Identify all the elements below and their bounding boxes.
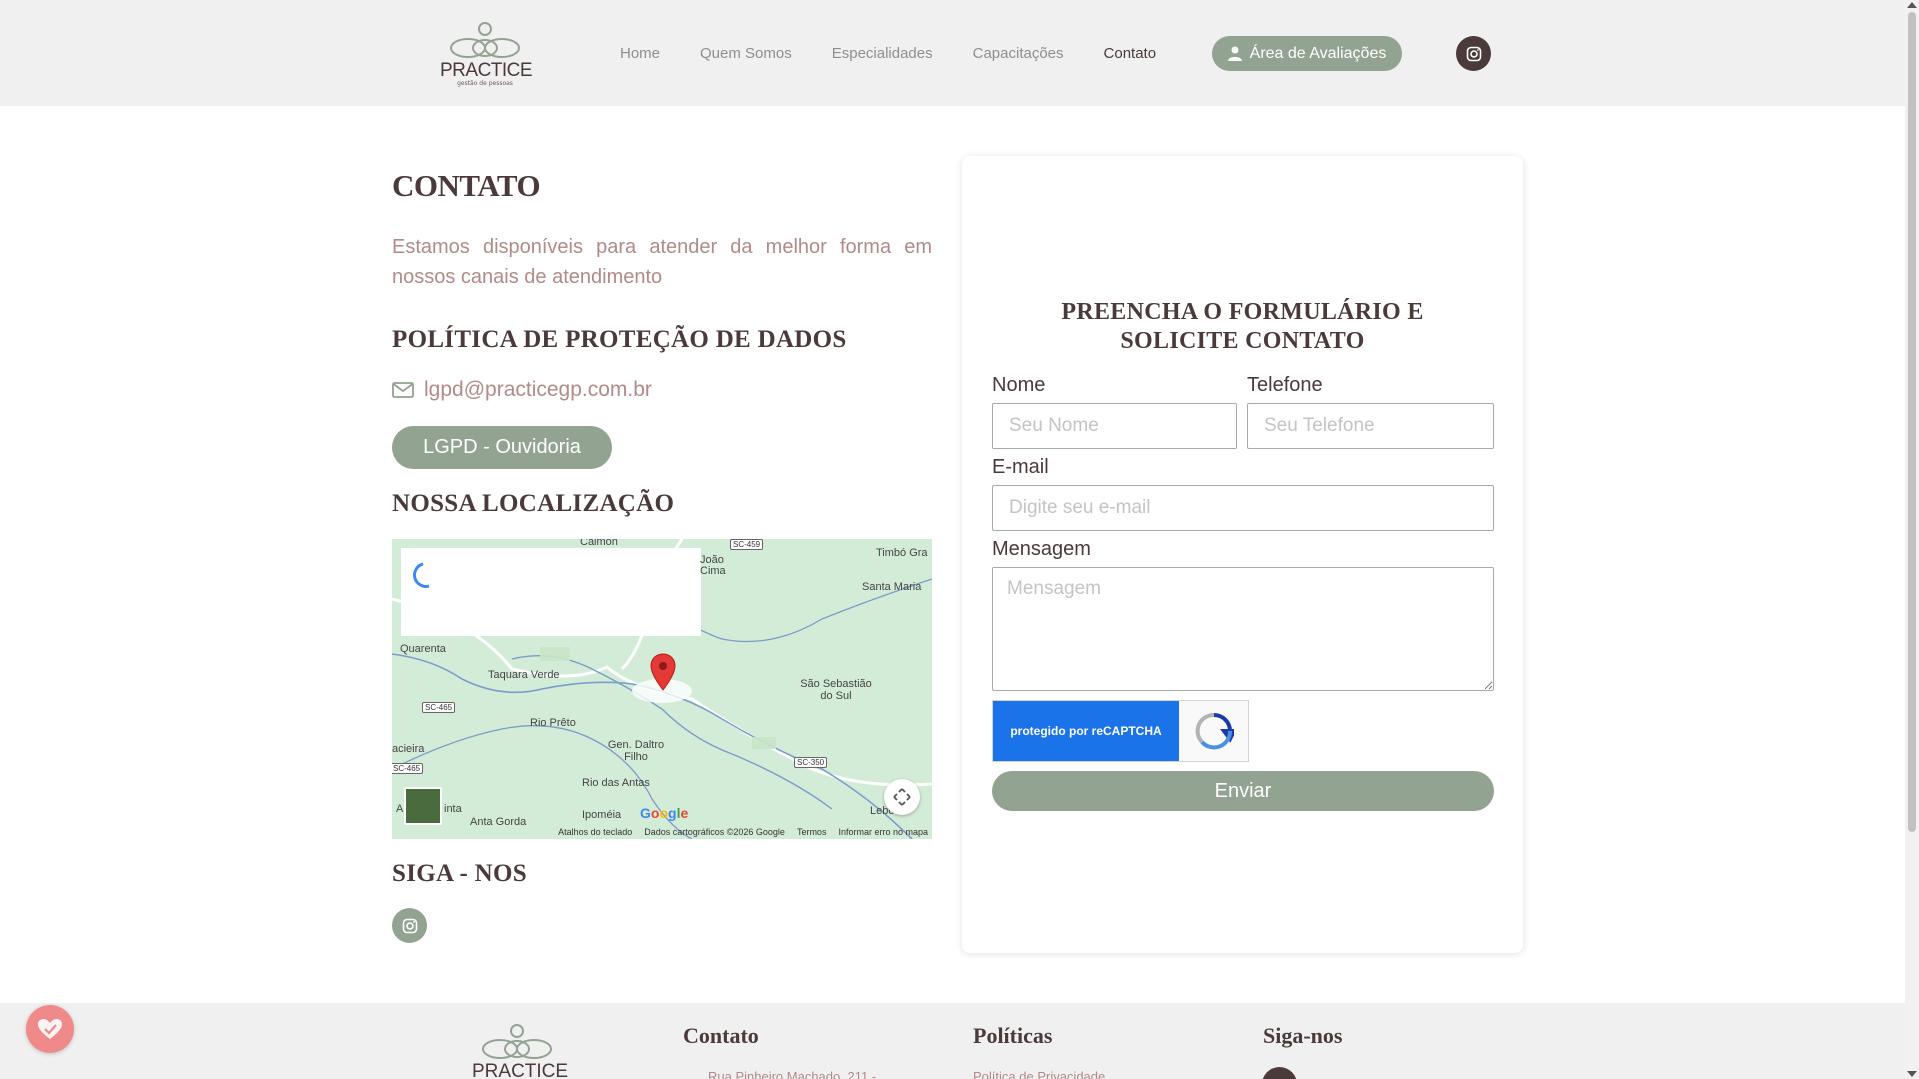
map-place-label: Quarenta bbox=[400, 643, 446, 655]
recaptcha-icon bbox=[1179, 701, 1248, 761]
map-loading-panel bbox=[401, 548, 701, 636]
email-input[interactable] bbox=[992, 485, 1494, 531]
nav-contato[interactable]: Contato bbox=[1104, 45, 1157, 62]
google-logo: Google bbox=[640, 805, 689, 821]
recaptcha-widget[interactable]: protegido por reCAPTCHA bbox=[992, 700, 1249, 762]
lgpd-email-link[interactable]: lgpd@practicegp.com.br bbox=[392, 378, 652, 402]
map-road-shield: SC-465 bbox=[392, 763, 424, 774]
map-place-label: Santa Maria bbox=[862, 581, 922, 593]
site-logo[interactable]: PRACTICE gestão de pessoas bbox=[440, 18, 533, 90]
submit-button[interactable]: Enviar bbox=[992, 771, 1494, 811]
area-avaliacoes-button[interactable]: Área de Avaliações bbox=[1212, 36, 1402, 71]
nav-quem-somos[interactable]: Quem Somos bbox=[700, 45, 792, 62]
footer-follow-title: Siga-nos bbox=[1263, 1023, 1343, 1048]
location-map[interactable]: Calmon João Cima Timbó Gra Santa Maria Q… bbox=[392, 539, 932, 839]
instagram-icon bbox=[402, 918, 417, 933]
recaptcha-label: protegido por reCAPTCHA bbox=[993, 701, 1179, 761]
map-keyboard-shortcuts-link[interactable]: Atalhos do teclado bbox=[558, 827, 632, 837]
map-road-shield: SC-459 bbox=[730, 539, 764, 550]
nav-especialidades[interactable]: Especialidades bbox=[832, 45, 933, 62]
map-place-label: acieira bbox=[392, 743, 425, 755]
map-terms-link[interactable]: Termos bbox=[797, 827, 827, 837]
map-fullscreen-button[interactable] bbox=[884, 779, 920, 815]
nav-capacitacoes[interactable]: Capacitações bbox=[973, 45, 1064, 62]
footer-policies-title: Políticas bbox=[973, 1023, 1053, 1048]
map-place-label: A bbox=[396, 803, 404, 815]
scroll-down-arrow-icon[interactable] bbox=[1907, 1071, 1917, 1077]
footer-address: Rua Pinheiro Machado, 211 - bbox=[708, 1069, 877, 1079]
logo-rings-icon bbox=[450, 22, 520, 58]
main-nav: Home Quem Somos Especialidades Capacitaç… bbox=[620, 0, 1196, 106]
site-footer: PRACTICE Contato Rua Pinheiro Machado, 2… bbox=[0, 1003, 1905, 1079]
contact-intro: Estamos disponíveis para atender da melh… bbox=[392, 236, 932, 288]
map-place-label: inta bbox=[444, 803, 462, 815]
instagram-icon bbox=[1466, 46, 1481, 61]
map-place-label: Ipoméia bbox=[582, 809, 622, 821]
phone-input[interactable] bbox=[1247, 403, 1494, 449]
map-data-attribution: Dados cartográficos ©2026 Google bbox=[644, 827, 785, 837]
footer-contact-title: Contato bbox=[683, 1023, 759, 1048]
phone-label: Telefone bbox=[1247, 374, 1323, 396]
map-place-label: São Sebastião do Sul bbox=[800, 678, 872, 702]
map-attribution-bar: Atalhos do teclado Dados cartográficos ©… bbox=[392, 825, 932, 839]
footer-logo[interactable]: PRACTICE bbox=[472, 1021, 569, 1079]
email-label: E-mail bbox=[992, 456, 1049, 478]
logo-rings-icon bbox=[482, 1024, 552, 1059]
scroll-up-arrow-icon[interactable] bbox=[1907, 2, 1917, 8]
map-place-label: Calmon bbox=[580, 539, 618, 548]
instagram-link[interactable] bbox=[392, 908, 427, 943]
name-label: Nome bbox=[992, 374, 1046, 396]
map-place-label: Timbó Gra bbox=[876, 547, 928, 559]
map-place-label: Taquara Verde bbox=[488, 669, 560, 681]
footer-instagram-link[interactable] bbox=[1262, 1067, 1297, 1079]
heart-check-icon bbox=[38, 1019, 62, 1039]
map-pin-icon[interactable] bbox=[650, 653, 676, 691]
map-place-label: Rio das Antas bbox=[582, 777, 650, 789]
map-place-label: João Cima bbox=[700, 554, 726, 577]
accessibility-widget-button[interactable] bbox=[26, 1005, 74, 1053]
map-place-label: Gen. Daltro Filho bbox=[607, 739, 665, 763]
form-title: PREENCHA O FORMULÁRIO E SOLICITE CONTATO bbox=[1061, 299, 1424, 354]
header-instagram-link[interactable] bbox=[1456, 36, 1491, 71]
policy-title: POLÍTICA DE PROTEÇÃO DE DADOS bbox=[392, 326, 847, 353]
map-place-label: Rio Prêto bbox=[530, 717, 576, 729]
nav-home[interactable]: Home bbox=[620, 45, 660, 62]
site-header: PRACTICE gestão de pessoas Home Quem Som… bbox=[0, 0, 1905, 106]
lgpd-ouvidoria-button[interactable]: LGPD - Ouvidoria bbox=[392, 426, 612, 469]
user-icon bbox=[1227, 46, 1242, 61]
footer-privacy-link[interactable]: Política de Privacidade bbox=[973, 1069, 1105, 1079]
map-report-error-link[interactable]: Informar erro no mapa bbox=[838, 827, 928, 837]
expand-arrows-icon bbox=[893, 788, 911, 806]
page-title: CONTATO bbox=[392, 168, 541, 203]
envelope-icon bbox=[392, 382, 414, 398]
lgpd-email-text: lgpd@practicegp.com.br bbox=[424, 378, 652, 401]
message-textarea[interactable] bbox=[992, 567, 1494, 691]
map-satellite-toggle[interactable] bbox=[404, 787, 442, 825]
follow-title: SIGA - NOS bbox=[392, 860, 527, 887]
logo-name: PRACTICE bbox=[440, 60, 533, 81]
page-scrollbar[interactable] bbox=[1905, 0, 1919, 1079]
location-title: NOSSA LOCALIZAÇÃO bbox=[392, 490, 675, 517]
scroll-thumb[interactable] bbox=[1908, 12, 1916, 832]
logo-tagline: gestão de pessoas bbox=[457, 80, 513, 87]
loading-spinner-icon bbox=[408, 557, 444, 593]
name-input[interactable] bbox=[992, 403, 1237, 449]
footer-logo-name: PRACTICE bbox=[472, 1061, 569, 1079]
map-road-shield: SC-350 bbox=[794, 757, 828, 768]
area-avaliacoes-label: Área de Avaliações bbox=[1249, 44, 1387, 62]
map-road-shield: SC-465 bbox=[422, 702, 456, 713]
message-label: Mensagem bbox=[992, 538, 1091, 560]
